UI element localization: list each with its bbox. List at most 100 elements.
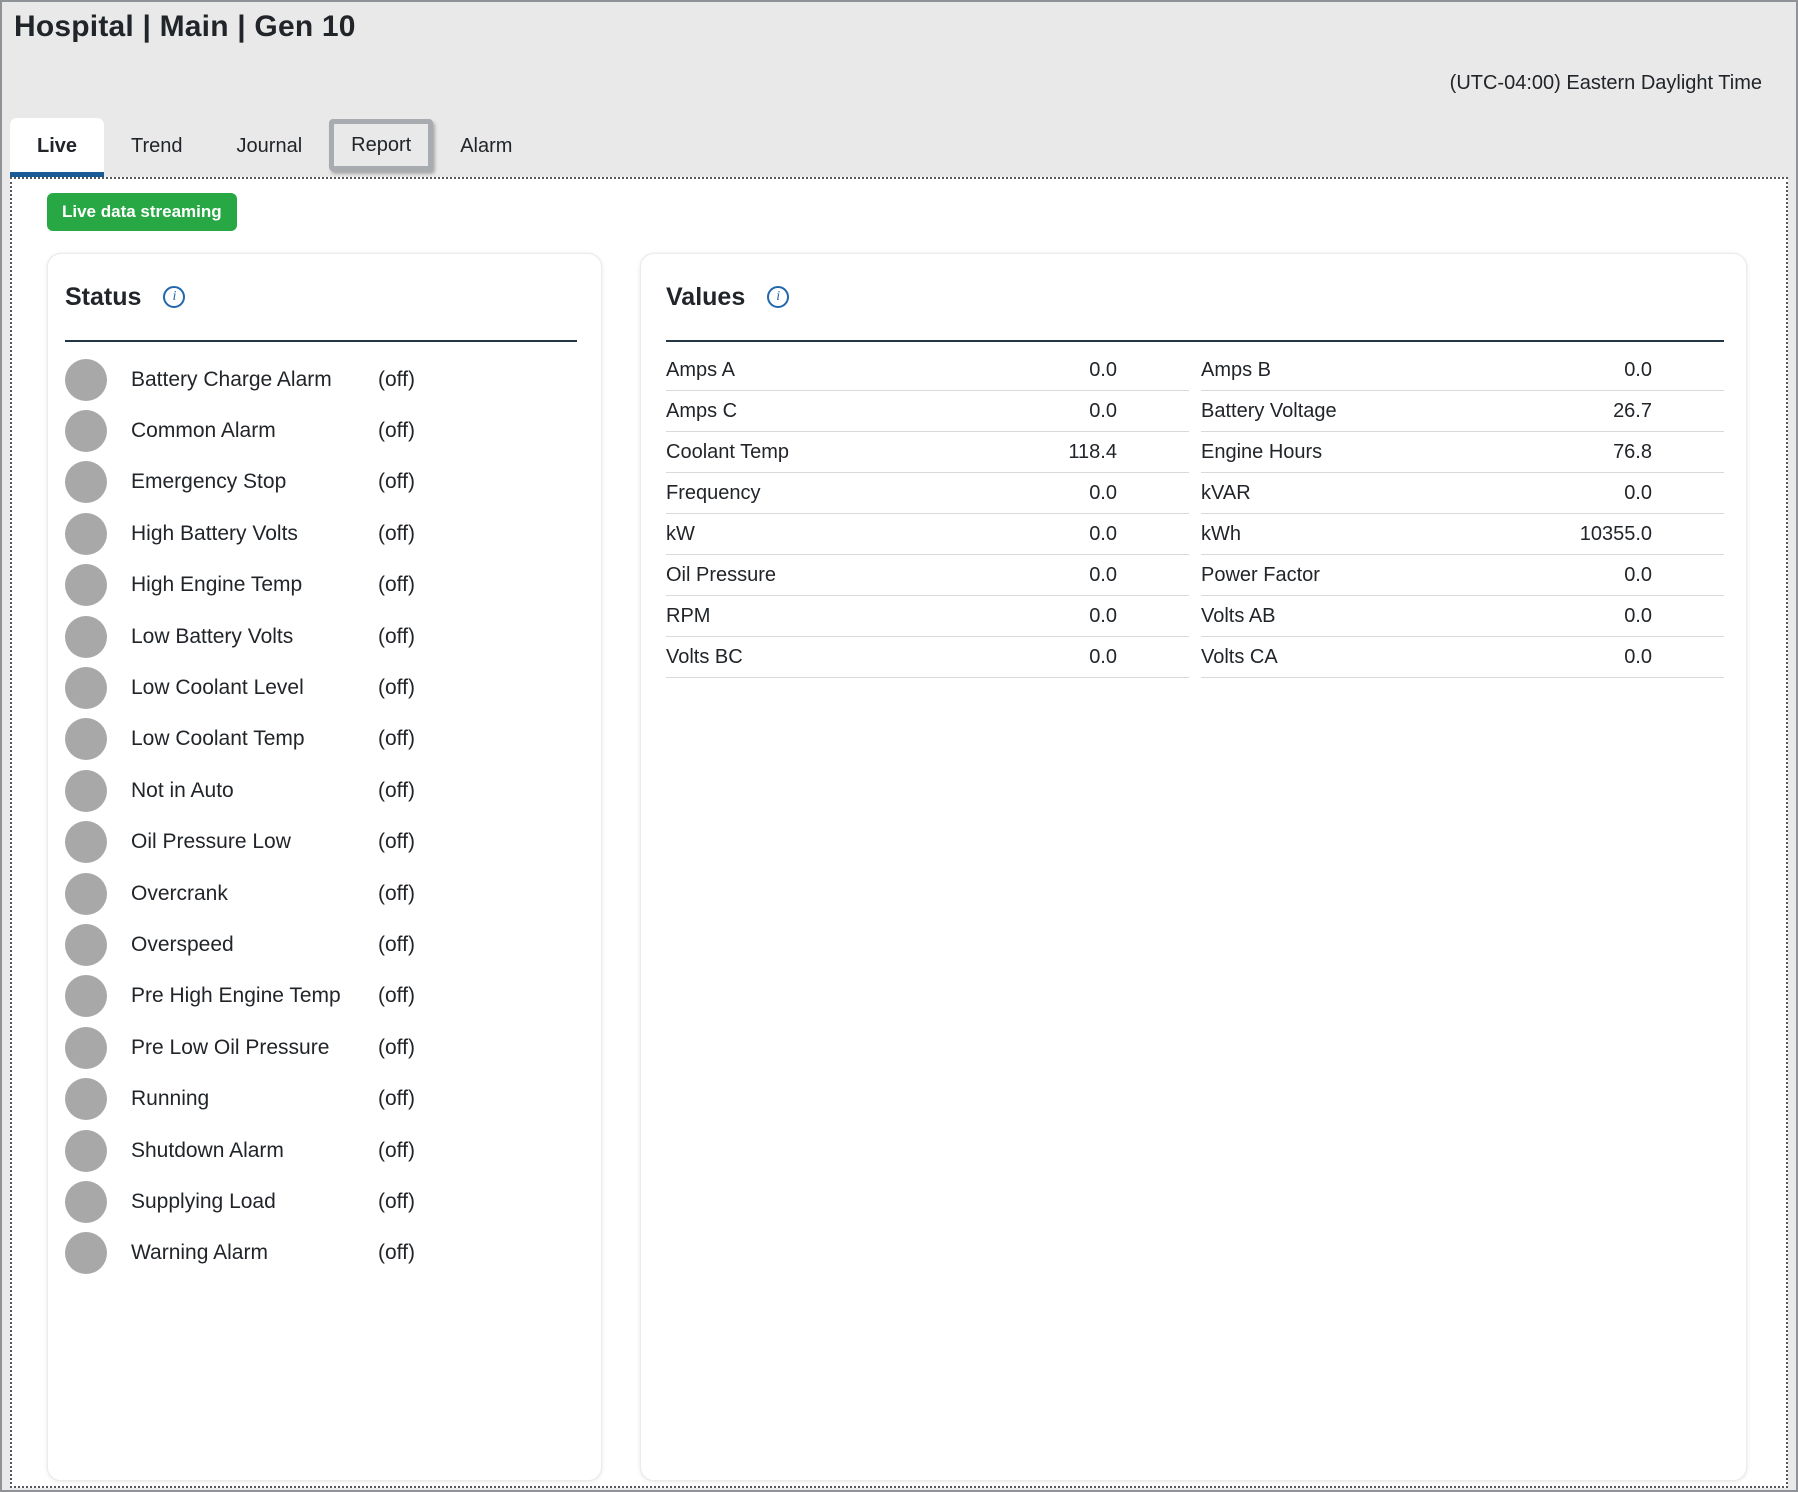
status-label: Supplying Load xyxy=(131,1190,378,1214)
tab-trend[interactable]: Trend xyxy=(104,118,210,177)
status-row: Low Coolant Level(off) xyxy=(65,662,577,713)
status-label: Low Coolant Temp xyxy=(131,727,378,751)
status-indicator-dot xyxy=(65,410,107,452)
status-row: Running(off) xyxy=(65,1073,577,1124)
value-label: Amps A xyxy=(666,359,735,382)
status-list: Battery Charge Alarm(off)Common Alarm(of… xyxy=(65,342,577,1279)
value-reading: 76.8 xyxy=(1613,441,1724,464)
tab-report[interactable]: Report xyxy=(334,124,428,166)
value-reading: 0.0 xyxy=(1089,359,1189,382)
value-label: Volts BC xyxy=(666,646,743,669)
status-row: Oil Pressure Low(off) xyxy=(65,817,577,868)
value-label: Volts AB xyxy=(1201,605,1276,628)
status-row: Low Battery Volts(off) xyxy=(65,611,577,662)
value-label: kVAR xyxy=(1201,482,1251,505)
value-label: kW xyxy=(666,523,695,546)
values-grid: Amps A0.0Amps B0.0Amps C0.0Battery Volta… xyxy=(666,350,1724,678)
status-indicator-dot xyxy=(65,718,107,760)
status-state: (off) xyxy=(378,830,415,854)
value-row: kW 0.0 xyxy=(666,514,1189,555)
value-reading: 0.0 xyxy=(1624,646,1724,669)
value-label: Frequency xyxy=(666,482,761,505)
value-reading: 118.4 xyxy=(1068,441,1189,464)
status-state: (off) xyxy=(378,984,415,1008)
status-row: High Battery Volts(off) xyxy=(65,508,577,559)
page-header: Hospital | Main | Gen 10 (UTC-04:00) Eas… xyxy=(2,2,1796,177)
value-reading: 0.0 xyxy=(1624,564,1724,587)
value-label: Volts CA xyxy=(1201,646,1278,669)
status-indicator-dot xyxy=(65,1232,107,1274)
cards-row: Status i Battery Charge Alarm(off)Common… xyxy=(47,253,1786,1481)
status-row: Common Alarm(off) xyxy=(65,405,577,456)
status-indicator-dot xyxy=(65,770,107,812)
status-label: Overspeed xyxy=(131,933,378,957)
value-row: kWh 10355.0 xyxy=(1201,514,1724,555)
status-row: Low Coolant Temp(off) xyxy=(65,714,577,765)
status-state: (off) xyxy=(378,1139,415,1163)
status-state: (off) xyxy=(378,1036,415,1060)
value-reading: 0.0 xyxy=(1089,564,1189,587)
value-label: kWh xyxy=(1201,523,1241,546)
value-reading: 0.0 xyxy=(1089,646,1189,669)
status-indicator-dot xyxy=(65,461,107,503)
status-state: (off) xyxy=(378,625,415,649)
value-label: Battery Voltage xyxy=(1201,400,1337,423)
highlight-box-tab-report: Report xyxy=(329,119,433,171)
status-label: Battery Charge Alarm xyxy=(131,368,378,392)
status-label: Pre High Engine Temp xyxy=(131,984,378,1008)
value-row: Volts CA 0.0 xyxy=(1201,637,1724,678)
status-row: Overcrank(off) xyxy=(65,868,577,919)
status-row: Supplying Load(off) xyxy=(65,1176,577,1227)
tab-bar: LiveTrendJournalReportAlarm xyxy=(10,118,539,177)
value-row: Amps B0.0 xyxy=(1201,350,1724,391)
status-label: High Battery Volts xyxy=(131,522,378,546)
status-row: High Engine Temp(off) xyxy=(65,560,577,611)
status-row: Emergency Stop(off) xyxy=(65,457,577,508)
status-row: Warning Alarm(off) xyxy=(65,1228,577,1279)
tab-alarm[interactable]: Alarm xyxy=(433,118,539,177)
value-reading: 26.7 xyxy=(1613,400,1724,423)
tab-wrap-alarm: Alarm xyxy=(433,118,539,177)
status-state: (off) xyxy=(378,882,415,906)
value-label: Oil Pressure xyxy=(666,564,776,587)
status-indicator-dot xyxy=(65,513,107,555)
status-indicator-dot xyxy=(65,359,107,401)
status-indicator-dot xyxy=(65,821,107,863)
timezone-label: (UTC-04:00) Eastern Daylight Time xyxy=(1450,72,1762,95)
values-info-icon[interactable]: i xyxy=(767,286,789,308)
value-label: Engine Hours xyxy=(1201,441,1322,464)
status-state: (off) xyxy=(378,522,415,546)
value-row: Amps A 0.0 xyxy=(666,350,1189,391)
status-state: (off) xyxy=(378,368,415,392)
status-state: (off) xyxy=(378,419,415,443)
values-panel-header: Values i xyxy=(666,282,1724,342)
value-label: Coolant Temp xyxy=(666,441,789,464)
value-label: Power Factor xyxy=(1201,564,1320,587)
value-row: Power Factor 0.0 xyxy=(1201,555,1724,596)
value-reading: 10355.0 xyxy=(1580,523,1724,546)
value-reading: 0.0 xyxy=(1089,605,1189,628)
value-reading: 0.0 xyxy=(1624,359,1724,382)
tab-journal[interactable]: Journal xyxy=(210,118,330,177)
status-state: (off) xyxy=(378,1087,415,1111)
status-panel-header: Status i xyxy=(65,282,577,342)
status-panel-title: Status xyxy=(65,282,141,312)
status-indicator-dot xyxy=(65,975,107,1017)
tab-live[interactable]: Live xyxy=(10,118,104,177)
status-label: High Engine Temp xyxy=(131,573,378,597)
status-label: Low Battery Volts xyxy=(131,625,378,649)
live-tab-panel: Live data streaming Status i Battery Cha… xyxy=(10,177,1788,1488)
status-info-icon[interactable]: i xyxy=(163,286,185,308)
status-state: (off) xyxy=(378,727,415,751)
status-state: (off) xyxy=(378,779,415,803)
status-row: Shutdown Alarm(off) xyxy=(65,1125,577,1176)
value-label: RPM xyxy=(666,605,710,628)
tab-wrap-trend: Trend xyxy=(104,118,210,177)
status-state: (off) xyxy=(378,470,415,494)
status-label: Running xyxy=(131,1087,378,1111)
value-row: Volts BC 0.0 xyxy=(666,637,1189,678)
value-reading: 0.0 xyxy=(1624,482,1724,505)
value-reading: 0.0 xyxy=(1089,523,1189,546)
value-row: Oil Pressure 0.0 xyxy=(666,555,1189,596)
status-label: Shutdown Alarm xyxy=(131,1139,378,1163)
